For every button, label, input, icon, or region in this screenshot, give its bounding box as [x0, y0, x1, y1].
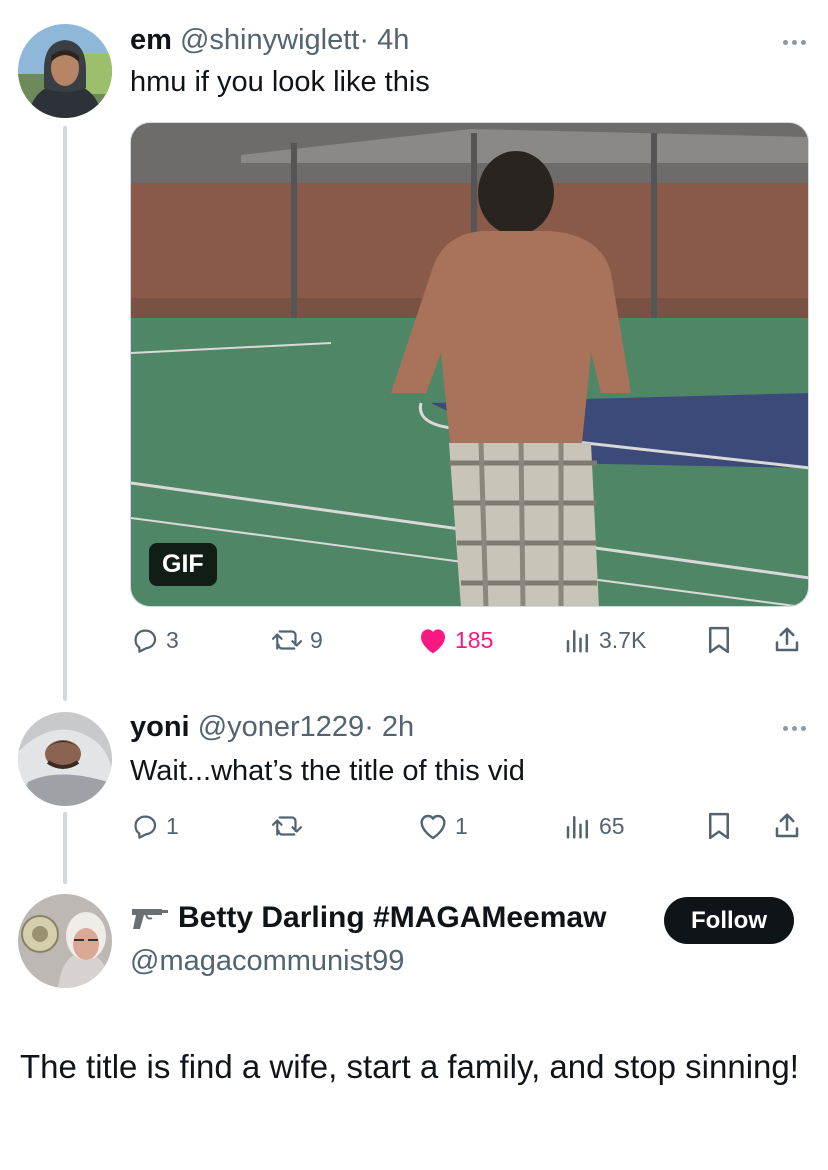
display-name[interactable]: yoni	[130, 711, 190, 743]
user-handle[interactable]: @magacommunist99	[130, 945, 404, 978]
reply-button[interactable]: 3	[130, 620, 179, 660]
user-handle[interactable]: @yoner1229	[198, 711, 365, 743]
views-count: 3.7K	[599, 626, 647, 653]
tweet-header: em @shinywiglett· 4h	[130, 24, 409, 57]
more-icon[interactable]	[783, 726, 806, 731]
tweet-text: The title is find a wife, start a family…	[20, 1048, 799, 1085]
thread-line	[63, 126, 67, 701]
views-count: 65	[599, 812, 625, 839]
separator-dot: ·	[359, 24, 369, 56]
bookmark-icon	[709, 812, 729, 840]
retweet-button[interactable]	[270, 806, 304, 846]
timestamp[interactable]: 2h	[382, 711, 414, 743]
reply-button[interactable]: 1	[130, 806, 179, 846]
like-count: 1	[455, 812, 468, 839]
user-handle[interactable]: @shinywiglett	[180, 24, 359, 56]
tweet-text: Wait...what’s the title of this vid	[130, 755, 525, 787]
tweet-actions: 3 9 185 3.7K	[130, 620, 810, 660]
heart-icon	[420, 814, 446, 840]
retweet-icon	[271, 630, 303, 650]
views-icon	[566, 816, 588, 839]
reply-icon	[134, 815, 157, 839]
gif-media[interactable]: GIF	[130, 122, 809, 607]
gun-icon	[132, 909, 168, 929]
avatar-em[interactable]	[18, 24, 112, 118]
share-icon	[775, 813, 799, 838]
follow-button[interactable]: Follow	[664, 897, 794, 944]
reply-count: 1	[166, 812, 179, 839]
display-name-text: Betty Darling #MAGAMeemaw	[178, 901, 607, 934]
views-button[interactable]: 3.7K	[563, 620, 646, 660]
bookmark-icon	[709, 626, 729, 654]
more-icon[interactable]	[783, 40, 806, 45]
gif-badge: GIF	[149, 543, 217, 586]
thread-line	[63, 812, 67, 884]
bookmark-button[interactable]	[705, 806, 733, 846]
reply-icon	[134, 629, 157, 653]
timestamp[interactable]: 4h	[377, 24, 409, 56]
separator-dot: ·	[364, 711, 374, 743]
reply-count: 3	[166, 626, 179, 653]
like-button[interactable]: 1	[417, 806, 468, 846]
heart-icon	[421, 629, 445, 654]
retweet-icon	[271, 816, 303, 836]
bookmark-button[interactable]	[705, 620, 733, 660]
tweet-actions: 1 1 65	[130, 806, 810, 846]
views-icon	[566, 630, 588, 653]
retweet-button[interactable]: 9	[270, 620, 323, 660]
share-icon	[775, 627, 799, 652]
share-button[interactable]	[772, 620, 802, 660]
share-button[interactable]	[772, 806, 802, 846]
like-button[interactable]: 185	[417, 620, 493, 660]
gif-image	[131, 123, 808, 606]
retweet-count: 9	[310, 626, 323, 653]
avatar-betty[interactable]	[18, 894, 112, 988]
views-button[interactable]: 65	[563, 806, 625, 846]
tweet-text: hmu if you look like this	[130, 66, 430, 98]
avatar-yoni[interactable]	[18, 712, 112, 806]
tweet-header: yoni @yoner1229· 2h	[130, 711, 414, 744]
display-name[interactable]: em	[130, 24, 172, 56]
like-count: 185	[455, 626, 494, 653]
display-name[interactable]: Betty Darling #MAGAMeemaw	[130, 901, 606, 935]
